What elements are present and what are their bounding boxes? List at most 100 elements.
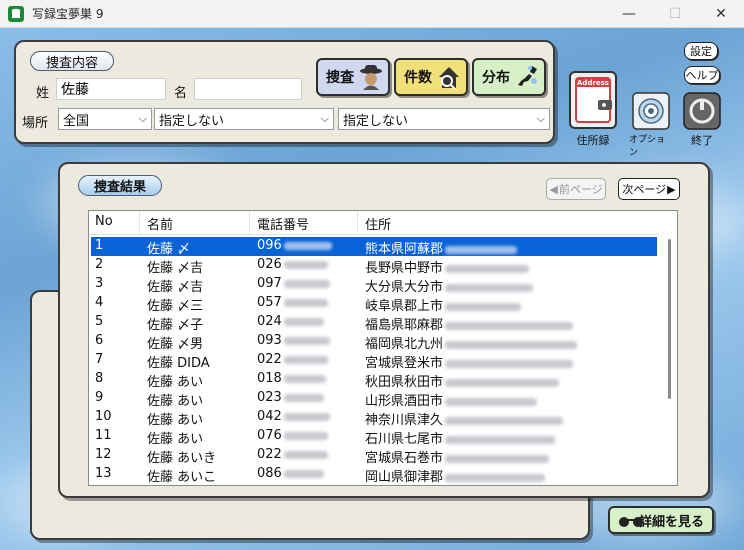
title-bar: 写録宝夢巣 9 — ☐ ✕ — [0, 0, 744, 28]
cell-tel: 057 — [257, 295, 328, 310]
table-row[interactable]: 8 佐藤 あい 018 秋田県秋田市 — [91, 370, 657, 390]
redacted-text — [445, 378, 560, 387]
address-book-button[interactable]: Address 住所録 — [566, 70, 620, 148]
result-panel: 捜査結果 ◀ 前ページ 次ページ ▶ No 名前 電話番号 住所 1 佐藤 〆 09… — [58, 162, 710, 498]
cell-no: 5 — [95, 314, 103, 329]
cell-name-text: 佐藤 〆男 — [147, 337, 204, 352]
count-button[interactable]: 件数 — [394, 58, 468, 96]
settings-button[interactable]: 設定 — [684, 42, 718, 60]
address-book-label: 住所録 — [576, 134, 610, 147]
cell-name: 佐藤 〆吉 — [147, 257, 203, 276]
column-header-no[interactable]: No — [95, 214, 113, 229]
cell-tel-text: 026 — [257, 257, 282, 272]
cell-name: 佐藤 あいき — [147, 447, 216, 466]
cell-no-text: 12 — [95, 447, 112, 462]
house-magnifier-icon — [439, 67, 459, 90]
prefecture-select[interactable]: 全国 ⌵ — [58, 108, 152, 130]
address-book-icon: Address — [569, 71, 617, 129]
redacted-text — [445, 264, 530, 273]
table-row[interactable]: 13 佐藤 あいこ 086 岡山県御津郡 — [91, 465, 657, 485]
maximize-button[interactable]: ☐ — [652, 0, 698, 28]
cell-address-text: 神奈川県津久 — [365, 413, 444, 428]
exit-button[interactable]: 終了 — [680, 92, 724, 148]
city-select-value: 指定しない — [159, 113, 225, 129]
cell-address-text: 岡山県御津郡 — [365, 470, 444, 485]
cell-tel: 076 — [257, 428, 328, 443]
cell-no: 1 — [95, 238, 103, 253]
cell-no-text: 2 — [95, 257, 104, 272]
table-row[interactable]: 5 佐藤 〆子 024 福島県耶麻郡 — [91, 313, 657, 333]
window-title: 写録宝夢巣 9 — [32, 7, 104, 21]
town-select[interactable]: 指定しない ⌵ — [338, 108, 550, 130]
column-header-tel[interactable]: 電話番号 — [257, 214, 309, 233]
cell-address-text: 石川県七尾市 — [365, 432, 444, 447]
cell-tel-text: 022 — [257, 352, 282, 367]
close-button[interactable]: ✕ — [698, 0, 744, 28]
distribution-button[interactable]: 分布 — [472, 58, 546, 96]
city-select[interactable]: 指定しない ⌵ — [154, 108, 334, 130]
cell-no: 4 — [95, 295, 103, 310]
table-row[interactable]: 3 佐藤 〆吉 097 大分県大分市 — [91, 275, 657, 295]
cell-no-text: 4 — [95, 295, 104, 310]
table-row[interactable]: 7 佐藤 DIDA 022 宮城県登米市 — [91, 351, 657, 371]
surname-label: 姓 — [36, 86, 50, 101]
cell-no-text: 9 — [95, 390, 104, 405]
given-name-input[interactable] — [194, 78, 302, 100]
redacted-text — [283, 279, 330, 288]
cell-no: 12 — [95, 447, 112, 462]
redacted-text — [283, 241, 332, 250]
app-window: 写録宝夢巣 9 — ☐ ✕ 捜査内容 姓 名 場所 全国 ⌵ 指定しない ⌵ 指… — [0, 0, 744, 550]
cell-name-text: 佐藤 あい — [147, 413, 204, 428]
cell-address-text: 熊本県阿蘇郡 — [365, 242, 444, 257]
cell-name-text: 佐藤 〆吉 — [147, 261, 204, 276]
exit-label: 終了 — [691, 134, 713, 147]
table-row[interactable]: 4 佐藤 〆三 057 岐阜県郡上市 — [91, 294, 657, 314]
cell-no-text: 8 — [95, 371, 104, 386]
vertical-scrollbar[interactable] — [668, 239, 671, 399]
table-row[interactable]: 9 佐藤 あい 023 山形県酒田市 — [91, 389, 657, 409]
cell-name-text: 佐藤 〆 — [147, 242, 191, 257]
address-badge: Address — [577, 79, 609, 87]
column-header-name[interactable]: 名前 — [147, 214, 173, 233]
cell-tel: 096 — [257, 238, 332, 253]
minimize-button[interactable]: — — [606, 0, 652, 28]
redacted-text — [445, 340, 578, 349]
cell-no: 8 — [95, 371, 103, 386]
search-panel: 捜査内容 姓 名 場所 全国 ⌵ 指定しない ⌵ 指定しない ⌵ 捜査 — [14, 40, 555, 144]
prev-page-label: 前ページ — [558, 183, 603, 196]
chevron-down-icon: ⌵ — [138, 112, 147, 125]
prev-page-button[interactable]: ◀ 前ページ — [546, 178, 606, 200]
surname-input[interactable] — [56, 78, 166, 100]
redacted-text — [283, 298, 328, 307]
table-row[interactable]: 2 佐藤 〆吉 026 長野県中野市 — [91, 256, 657, 276]
search-button[interactable]: 捜査 — [316, 58, 390, 96]
cell-address-text: 山形県酒田市 — [365, 394, 444, 409]
detective-icon — [360, 65, 382, 90]
next-page-button[interactable]: 次ページ ▶ — [618, 178, 680, 200]
cell-name-text: 佐藤 あいき — [147, 451, 217, 466]
view-details-button[interactable]: 詳細を見る — [608, 506, 714, 534]
cell-address: 宮城県登米市 — [365, 352, 574, 371]
redacted-text — [445, 283, 534, 292]
cell-tel-text: 093 — [257, 333, 282, 348]
table-row[interactable]: 1 佐藤 〆 096 熊本県阿蘇郡 — [91, 237, 657, 257]
next-arrow-icon: ▶ — [667, 182, 676, 196]
options-icon — [632, 92, 670, 130]
column-header-address[interactable]: 住所 — [365, 214, 391, 233]
cell-name: 佐藤 あい — [147, 371, 203, 390]
cell-address-text: 宮城県石巻市 — [365, 451, 444, 466]
table-row[interactable]: 6 佐藤 〆男 093 福岡県北九州 — [91, 332, 657, 352]
options-button[interactable]: オプション — [629, 92, 673, 158]
table-row[interactable]: 12 佐藤 あいき 022 宮城県石巻市 — [91, 446, 657, 466]
cell-address: 山形県酒田市 — [365, 390, 538, 409]
table-row[interactable]: 11 佐藤 あい 076 石川県七尾市 — [91, 427, 657, 447]
cell-tel-text: 022 — [257, 447, 282, 462]
cell-no-text: 11 — [95, 428, 112, 443]
redacted-text — [283, 431, 328, 440]
cell-no: 3 — [95, 276, 103, 291]
table-row[interactable]: 10 佐藤 あい 042 神奈川県津久 — [91, 408, 657, 428]
redacted-text — [445, 435, 556, 444]
redacted-text — [445, 245, 518, 254]
cell-tel-text: 042 — [257, 409, 282, 424]
help-button[interactable]: ヘルプ — [684, 66, 720, 84]
